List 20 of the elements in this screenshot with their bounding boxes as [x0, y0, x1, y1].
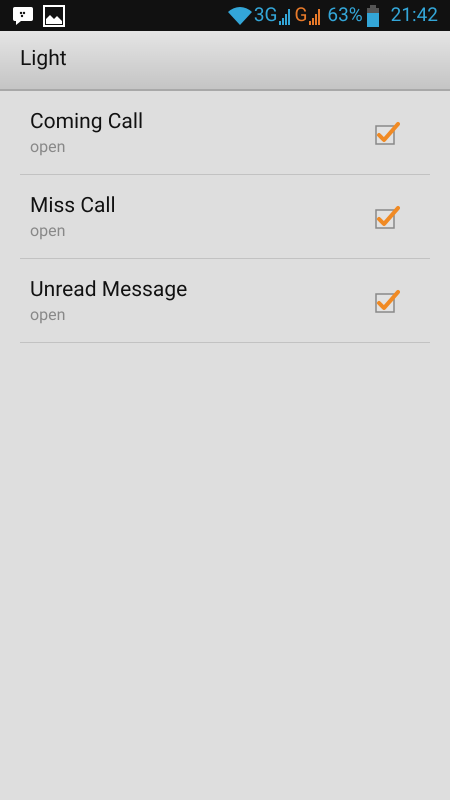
checkbox[interactable]: [374, 288, 400, 312]
item-summary: open: [30, 220, 66, 242]
checkbox[interactable]: [374, 204, 400, 228]
network-label: G: [294, 2, 308, 28]
checkbox[interactable]: [374, 120, 400, 144]
clock: 21:42: [390, 2, 438, 28]
battery-icon: [366, 4, 379, 26]
signal-icon: [277, 6, 292, 24]
item-summary: open: [30, 304, 66, 326]
battery-percent: 63%: [327, 2, 363, 28]
image-icon: [43, 4, 65, 26]
item-title: Unread Message: [30, 276, 188, 304]
network-label: 3G: [254, 2, 278, 28]
item-title: Coming Call: [30, 108, 144, 136]
wifi-icon: [228, 6, 252, 24]
item-summary: open: [30, 136, 66, 158]
screen-title: Light: [20, 46, 67, 74]
chat-icon: [12, 6, 34, 26]
signal-icon: [307, 6, 322, 24]
item-title: Miss Call: [30, 192, 117, 220]
